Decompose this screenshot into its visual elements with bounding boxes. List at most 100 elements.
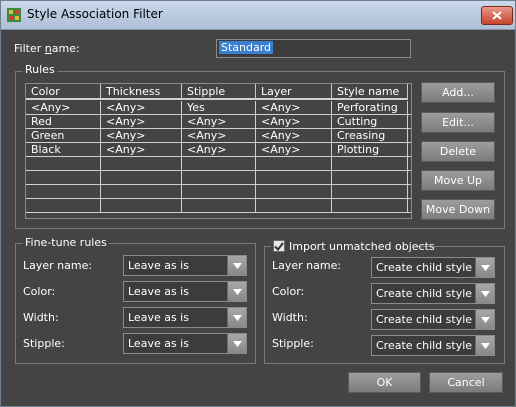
table-cell: <Any>	[256, 115, 332, 128]
fine-tune-stipple-select[interactable]: Leave as is	[123, 333, 247, 354]
import-unmatched-label[interactable]: Import unmatched objects	[289, 240, 435, 253]
import-stipple-label: Stipple:	[272, 337, 314, 350]
import-color-value: Create child style	[376, 287, 473, 300]
table-cell: Perforating	[332, 101, 408, 114]
table-row-empty[interactable]	[26, 199, 411, 213]
window-title: Style Association Filter	[27, 7, 163, 21]
table-cell	[256, 157, 332, 170]
chevron-down-icon[interactable]	[475, 258, 494, 277]
table-cell: <Any>	[101, 129, 182, 142]
title-bar[interactable]: Style Association Filter	[1, 1, 515, 30]
fine-tune-color-value: Leave as is	[128, 285, 189, 298]
chevron-down-icon[interactable]	[227, 308, 246, 327]
table-cell: Plotting	[332, 143, 408, 156]
chevron-down-icon[interactable]	[227, 334, 246, 353]
import-color-label: Color:	[272, 285, 305, 298]
column-header-layer[interactable]: Layer	[256, 84, 332, 100]
table-cell	[26, 171, 101, 184]
fine-tune-stipple-value: Leave as is	[128, 337, 189, 350]
table-cell	[182, 199, 256, 212]
import-layer-label: Layer name:	[272, 259, 342, 272]
fine-tune-color-select[interactable]: Leave as is	[123, 281, 247, 302]
import-unmatched-checkbox[interactable]	[273, 240, 285, 252]
table-cell	[332, 185, 408, 198]
table-cell: <Any>	[256, 101, 332, 114]
table-cell: <Any>	[101, 115, 182, 128]
table-row-empty[interactable]	[26, 157, 411, 171]
fine-tune-layer-value: Leave as is	[128, 259, 189, 272]
edit-button[interactable]: Edit...	[421, 112, 495, 133]
table-cell	[256, 171, 332, 184]
table-cell: Green	[26, 129, 101, 142]
table-cell	[332, 171, 408, 184]
table-cell	[26, 185, 101, 198]
table-cell: Yes	[182, 101, 256, 114]
fine-tune-color-label: Color:	[23, 285, 56, 298]
table-cell	[332, 199, 408, 212]
table-row-empty[interactable]	[26, 185, 411, 199]
fine-tune-width-value: Leave as is	[128, 311, 189, 324]
column-header-stipple[interactable]: Stipple	[182, 84, 256, 100]
table-cell	[26, 157, 101, 170]
column-header-color[interactable]: Color	[26, 84, 101, 100]
fine-tune-layer-label: Layer name:	[23, 259, 93, 272]
table-cell	[101, 185, 182, 198]
add-button[interactable]: Add...	[421, 82, 495, 103]
table-cell	[101, 199, 182, 212]
filter-name-input[interactable]: Standard	[216, 39, 411, 58]
import-stipple-value: Create child style	[376, 339, 473, 352]
move-up-button[interactable]: Move Up	[421, 170, 495, 191]
ok-button[interactable]: OK	[348, 372, 421, 393]
table-row[interactable]: Green <Any> <Any> <Any> Creasing	[26, 129, 411, 143]
chevron-down-icon[interactable]	[475, 336, 494, 355]
filter-name-label-c: ame:	[51, 42, 80, 55]
table-cell: <Any>	[182, 115, 256, 128]
import-width-value: Create child style	[376, 313, 473, 326]
import-stipple-select[interactable]: Create child style	[371, 335, 495, 356]
close-button[interactable]	[481, 6, 513, 25]
chevron-down-icon[interactable]	[475, 310, 494, 329]
table-cell: <Any>	[256, 129, 332, 142]
fine-tune-layer-select[interactable]: Leave as is	[123, 255, 247, 276]
table-cell	[182, 171, 256, 184]
column-header-thickness[interactable]: Thickness	[101, 84, 182, 100]
import-layer-value: Create child style	[376, 261, 473, 274]
move-down-button[interactable]: Move Down	[421, 199, 495, 220]
table-cell: <Any>	[182, 143, 256, 156]
check-icon	[274, 241, 284, 251]
fine-tune-width-label: Width:	[23, 311, 59, 324]
table-row[interactable]: Red <Any> <Any> <Any> Cutting	[26, 115, 411, 129]
table-cell	[101, 157, 182, 170]
import-width-select[interactable]: Create child style	[371, 309, 495, 330]
fine-tune-width-select[interactable]: Leave as is	[123, 307, 247, 328]
table-cell: Red	[26, 115, 101, 128]
cancel-button[interactable]: Cancel	[429, 372, 503, 393]
rules-table[interactable]: Color Thickness Stipple Layer Style name…	[25, 83, 412, 219]
table-cell: Black	[26, 143, 101, 156]
table-cell: <Any>	[256, 143, 332, 156]
chevron-down-icon[interactable]	[227, 282, 246, 301]
table-cell	[256, 199, 332, 212]
table-cell	[332, 157, 408, 170]
table-cell: Cutting	[332, 115, 408, 128]
filter-name-label-b: n	[44, 42, 52, 55]
chevron-down-icon[interactable]	[227, 256, 246, 275]
chevron-down-icon[interactable]	[475, 284, 494, 303]
filter-name-value: Standard	[219, 41, 274, 54]
delete-button[interactable]: Delete	[421, 141, 495, 162]
table-cell	[182, 185, 256, 198]
dialog-window: Style Association Filter Filter name: St…	[0, 0, 516, 407]
app-icon	[7, 8, 21, 22]
table-row[interactable]: <Any> <Any> Yes <Any> Perforating	[26, 101, 411, 115]
table-row[interactable]: Black <Any> <Any> <Any> Plotting	[26, 143, 411, 157]
table-cell: <Any>	[101, 143, 182, 156]
table-row-empty[interactable]	[26, 171, 411, 185]
table-cell	[26, 199, 101, 212]
import-layer-select[interactable]: Create child style	[371, 257, 495, 278]
table-cell	[256, 185, 332, 198]
import-color-select[interactable]: Create child style	[371, 283, 495, 304]
table-cell: <Any>	[26, 101, 101, 114]
table-cell	[182, 157, 256, 170]
fine-tune-group-label: Fine-tune rules	[23, 236, 109, 249]
column-header-style-name[interactable]: Style name	[332, 84, 408, 100]
